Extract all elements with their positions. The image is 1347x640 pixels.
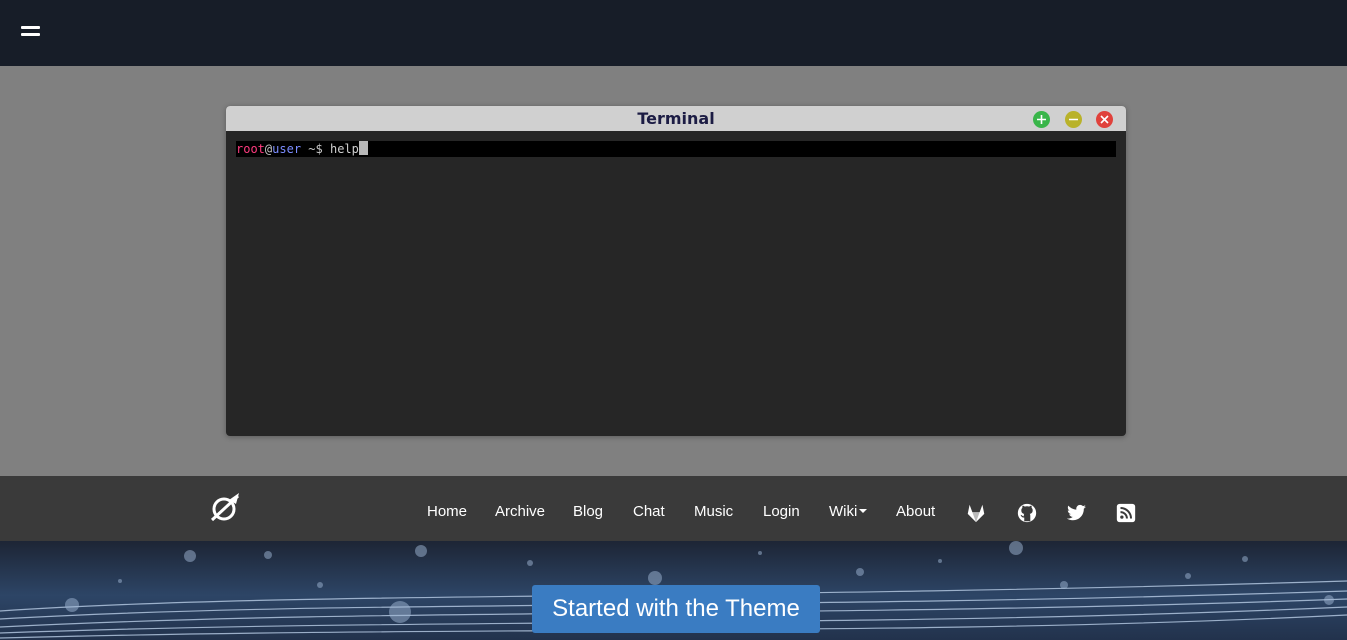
nav-link-blog[interactable]: Blog: [573, 503, 603, 520]
site-navbar: Home Archive Blog Chat Music Login Wiki …: [0, 476, 1347, 541]
site-logo-icon[interactable]: [209, 491, 241, 523]
nav-link-home[interactable]: Home: [427, 503, 467, 520]
nav-link-archive[interactable]: Archive: [495, 503, 545, 520]
twitter-icon[interactable]: [1065, 502, 1087, 524]
prompt-user: root: [236, 142, 265, 156]
rss-icon[interactable]: [1115, 502, 1137, 524]
close-button[interactable]: [1096, 111, 1113, 128]
minimize-button[interactable]: [1065, 111, 1082, 128]
gitlab-icon[interactable]: [965, 502, 987, 524]
terminal-title: Terminal: [637, 109, 715, 128]
nav-link-about[interactable]: About: [896, 503, 935, 520]
get-started-button[interactable]: Started with the Theme: [532, 585, 820, 633]
github-icon[interactable]: [1016, 502, 1038, 524]
nav-link-chat[interactable]: Chat: [633, 503, 665, 520]
hero-banner: Started with the Theme: [0, 541, 1347, 640]
terminal-titlebar: Terminal: [226, 106, 1126, 131]
close-icon: [1100, 115, 1109, 124]
nav-link-music[interactable]: Music: [694, 503, 733, 520]
top-bar: [0, 0, 1347, 66]
caret-down-icon: [859, 509, 868, 513]
terminal-command-line[interactable]: root@user ~$ help: [236, 141, 1116, 157]
maximize-button[interactable]: [1033, 111, 1050, 128]
nav-link-wiki: Wiki: [829, 503, 858, 520]
nav-link-login[interactable]: Login: [763, 503, 800, 520]
plus-icon: [1037, 115, 1046, 124]
terminal-window: Terminal root@user ~$ help: [226, 106, 1126, 436]
nav-dropdown-wiki[interactable]: Wiki: [829, 503, 868, 520]
terminal-body[interactable]: root@user ~$ help: [226, 131, 1126, 167]
minus-icon: [1069, 118, 1078, 121]
menu-toggle-icon[interactable]: [21, 26, 40, 38]
text-cursor: [358, 141, 368, 155]
command-input[interactable]: help: [330, 142, 359, 156]
prompt-symbol: ~$: [308, 142, 323, 156]
prompt-host: user: [272, 142, 302, 156]
